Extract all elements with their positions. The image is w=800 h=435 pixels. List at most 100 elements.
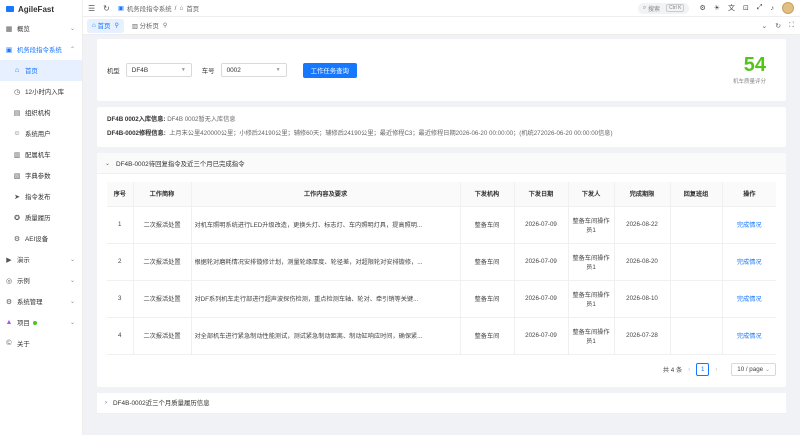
sample-icon: ◎ — [5, 277, 13, 285]
chart-icon: ▥ — [131, 22, 138, 30]
send-icon: ➤ — [14, 193, 20, 201]
info-icon: © — [6, 340, 12, 347]
number-select[interactable]: 0002 ▼ — [220, 63, 287, 77]
app-logo[interactable]: AgileFast — [0, 0, 82, 18]
page-size-select[interactable]: 10 / page ⌄ — [731, 363, 776, 376]
shortcut-hint: Ctrl K — [665, 4, 685, 12]
col-header: 工作内容及要求 — [191, 182, 461, 207]
quality-score: 54 机车质量评分 — [733, 55, 766, 85]
home-icon: ⌂ — [14, 67, 20, 74]
chevron-down-icon: ⌄ — [105, 160, 111, 167]
command-panel-header[interactable]: ⌄ DF4B-0002待回复指令及近三个月已完成指令 — [97, 153, 786, 174]
col-header: 工作简称 — [133, 182, 192, 207]
chevron-down-icon: ⌄ — [69, 299, 75, 305]
book-icon: ▧ — [13, 172, 21, 180]
pin-icon[interactable]: ⚲ — [163, 22, 167, 29]
score-value: 54 — [743, 54, 766, 76]
table-row: 1 二次报活处置 对机车照明系统进行LED升级改造，更换头灯、标志灯、车内照明灯… — [107, 206, 776, 244]
translate-icon[interactable]: 文 — [728, 3, 735, 13]
separator: / — [174, 4, 177, 12]
sidebar-item-project[interactable]: ▲ 项目 ⌄ — [0, 312, 82, 333]
inbound-value: DF4B 0002暂无入库信息 — [167, 116, 236, 123]
table-row: 3 二次报活处置 对DF系列机车走行部进行超声波探伤检测，重点检测车轴、轮对、牵… — [107, 280, 776, 318]
sidebar-item-about[interactable]: © 关于 — [0, 333, 82, 354]
menu-toggle-icon[interactable]: ☰ — [88, 4, 95, 13]
col-header: 下发机构 — [460, 182, 515, 207]
search-icon: ⌕ — [642, 4, 647, 11]
prev-page-icon[interactable]: ‹ — [688, 366, 690, 373]
grid-icon: ▦ — [5, 25, 13, 33]
logo-icon — [6, 6, 14, 12]
score-label: 机车质量评分 — [732, 79, 766, 85]
sidebar-item-command-system[interactable]: ▣ 机务段指令系统 ⌃ — [0, 39, 82, 60]
fullscreen-icon[interactable]: ⤢ — [757, 4, 763, 12]
tab-analysis[interactable]: ▥ 分析页 ⚲ — [127, 19, 172, 33]
breadcrumb-item[interactable]: 首页 — [186, 4, 199, 13]
page-number[interactable]: 1 — [696, 363, 710, 376]
lock-icon[interactable]: ⊡ — [743, 4, 749, 12]
col-header: 下发日期 — [514, 182, 569, 207]
sidebar-item-org[interactable]: ▤ 组织机构 — [0, 102, 82, 123]
home-icon: ⌂ — [179, 4, 184, 12]
sidebar-item-publish[interactable]: ➤ 指令发布 — [0, 186, 82, 207]
refresh-icon[interactable]: ↻ — [103, 4, 110, 13]
chevron-down-icon[interactable]: ⌄ — [761, 22, 767, 30]
monitor-icon: ▣ — [5, 46, 13, 54]
breadcrumb: ▣ 机务段指令系统 / ⌂ 首页 — [118, 4, 202, 13]
sidebar-item-users[interactable]: ☺ 系统用户 — [0, 123, 82, 144]
info-panel: DF4B 0002入库信息: DF4B 0002暂无入库信息 DF4B-0002… — [97, 107, 786, 147]
model-select[interactable]: DF4B ▼ — [125, 63, 192, 77]
sidebar-item-overview[interactable]: ▦ 概览 ⌄ — [0, 18, 82, 39]
sidebar: AgileFast ▦ 概览 ⌄ ▣ 机务段指令系统 ⌃ ⌂ 首页 ◷ 12小时内入库 ▤ 组… — [0, 0, 83, 435]
project-icon: ▲ — [5, 319, 13, 326]
tab-home[interactable]: ⌂ 首页 ⚲ — [87, 18, 124, 33]
sidebar-item-sample[interactable]: ◎ 示例 ⌄ — [0, 270, 82, 291]
command-table: 序号 工作简称 工作内容及要求 下发机构 下发日期 下发人 完成期限 回复班组 … — [107, 182, 776, 355]
chevron-down-icon: ▼ — [180, 67, 186, 73]
sidebar-item-aei[interactable]: ⚙ AEI设备 — [0, 228, 82, 249]
col-header: 完成期限 — [614, 182, 671, 207]
sidebar-item-home[interactable]: ⌂ 首页 — [0, 60, 82, 81]
reload-icon[interactable]: ↻ — [775, 22, 781, 30]
chevron-down-icon: ⌄ — [764, 366, 770, 373]
repair-value: 上月末公里420000公里；小修后24190公里；辅修60天；辅修后24190公… — [169, 130, 613, 137]
pagination: 共 4 条 ‹ 1 › 10 / page ⌄ — [107, 359, 776, 381]
next-page-icon[interactable]: › — [715, 366, 717, 373]
model-label: 机型 — [107, 67, 120, 75]
table-row: 4 二次报活处置 对全部机车进行紧急制动性能测试，测试紧急制动距离、制动缸响应时… — [107, 317, 776, 355]
sidebar-item-trains[interactable]: ▥ 配属机车 — [0, 144, 82, 165]
search-box[interactable]: ⌕ 搜索 Ctrl K — [637, 2, 690, 14]
history-panel: › DF4B-0002近三个月质量履历信息 — [97, 392, 786, 414]
theme-icon[interactable]: ☀ — [714, 4, 720, 12]
sidebar-item-dict[interactable]: ▧ 字典参数 — [0, 165, 82, 186]
chevron-down-icon: ⌄ — [69, 26, 75, 32]
bell-icon[interactable]: ♪ — [771, 5, 775, 12]
sidebar-item-demo[interactable]: ▶ 演示 ⌄ — [0, 249, 82, 270]
sidebar-item-system[interactable]: ⚙ 系统管理 ⌄ — [0, 291, 82, 312]
gear-icon: ⚙ — [5, 298, 13, 306]
col-header: 回复班组 — [670, 182, 723, 207]
repair-label: DF4B-0002修程信息: — [107, 130, 166, 137]
completion-link[interactable]: 完成情况 — [737, 222, 762, 229]
query-button[interactable]: 工作任务查询 — [302, 62, 357, 78]
settings-icon[interactable]: ⚙ — [699, 4, 705, 12]
completion-link[interactable]: 完成情况 — [737, 296, 762, 303]
query-panel: 机型 DF4B ▼ 车号 0002 ▼ 工作任务查询 54 机车质量评分 — [97, 39, 786, 101]
play-icon: ▶ — [6, 256, 12, 264]
avatar[interactable] — [782, 2, 794, 14]
col-header: 操作 — [722, 182, 776, 207]
breadcrumb-item[interactable]: 机务段指令系统 — [127, 4, 172, 13]
chevron-down-icon: ⌄ — [69, 278, 75, 284]
history-panel-header[interactable]: › DF4B-0002近三个月质量履历信息 — [97, 392, 786, 414]
device-icon: ⚙ — [13, 235, 21, 243]
chevron-down-icon: ▼ — [275, 67, 281, 73]
user-icon: ☺ — [13, 130, 21, 137]
table-row: 2 二次报活处置 根据轮对磨耗情况安排镟修计划，测量轮缘厚度、轮径差，对超限轮对… — [107, 243, 776, 281]
completion-link[interactable]: 完成情况 — [737, 333, 762, 340]
maximize-icon[interactable]: ⛶ — [789, 22, 794, 30]
command-panel: ⌄ DF4B-0002待回复指令及近三个月已完成指令 序号 工作简称 工作内容及要… — [97, 153, 786, 387]
sidebar-item-12h[interactable]: ◷ 12小时内入库 — [0, 81, 82, 102]
completion-link[interactable]: 完成情况 — [737, 259, 762, 266]
pin-icon[interactable]: ⚲ — [114, 22, 118, 29]
sidebar-item-quality[interactable]: ✪ 质量履历 — [0, 207, 82, 228]
